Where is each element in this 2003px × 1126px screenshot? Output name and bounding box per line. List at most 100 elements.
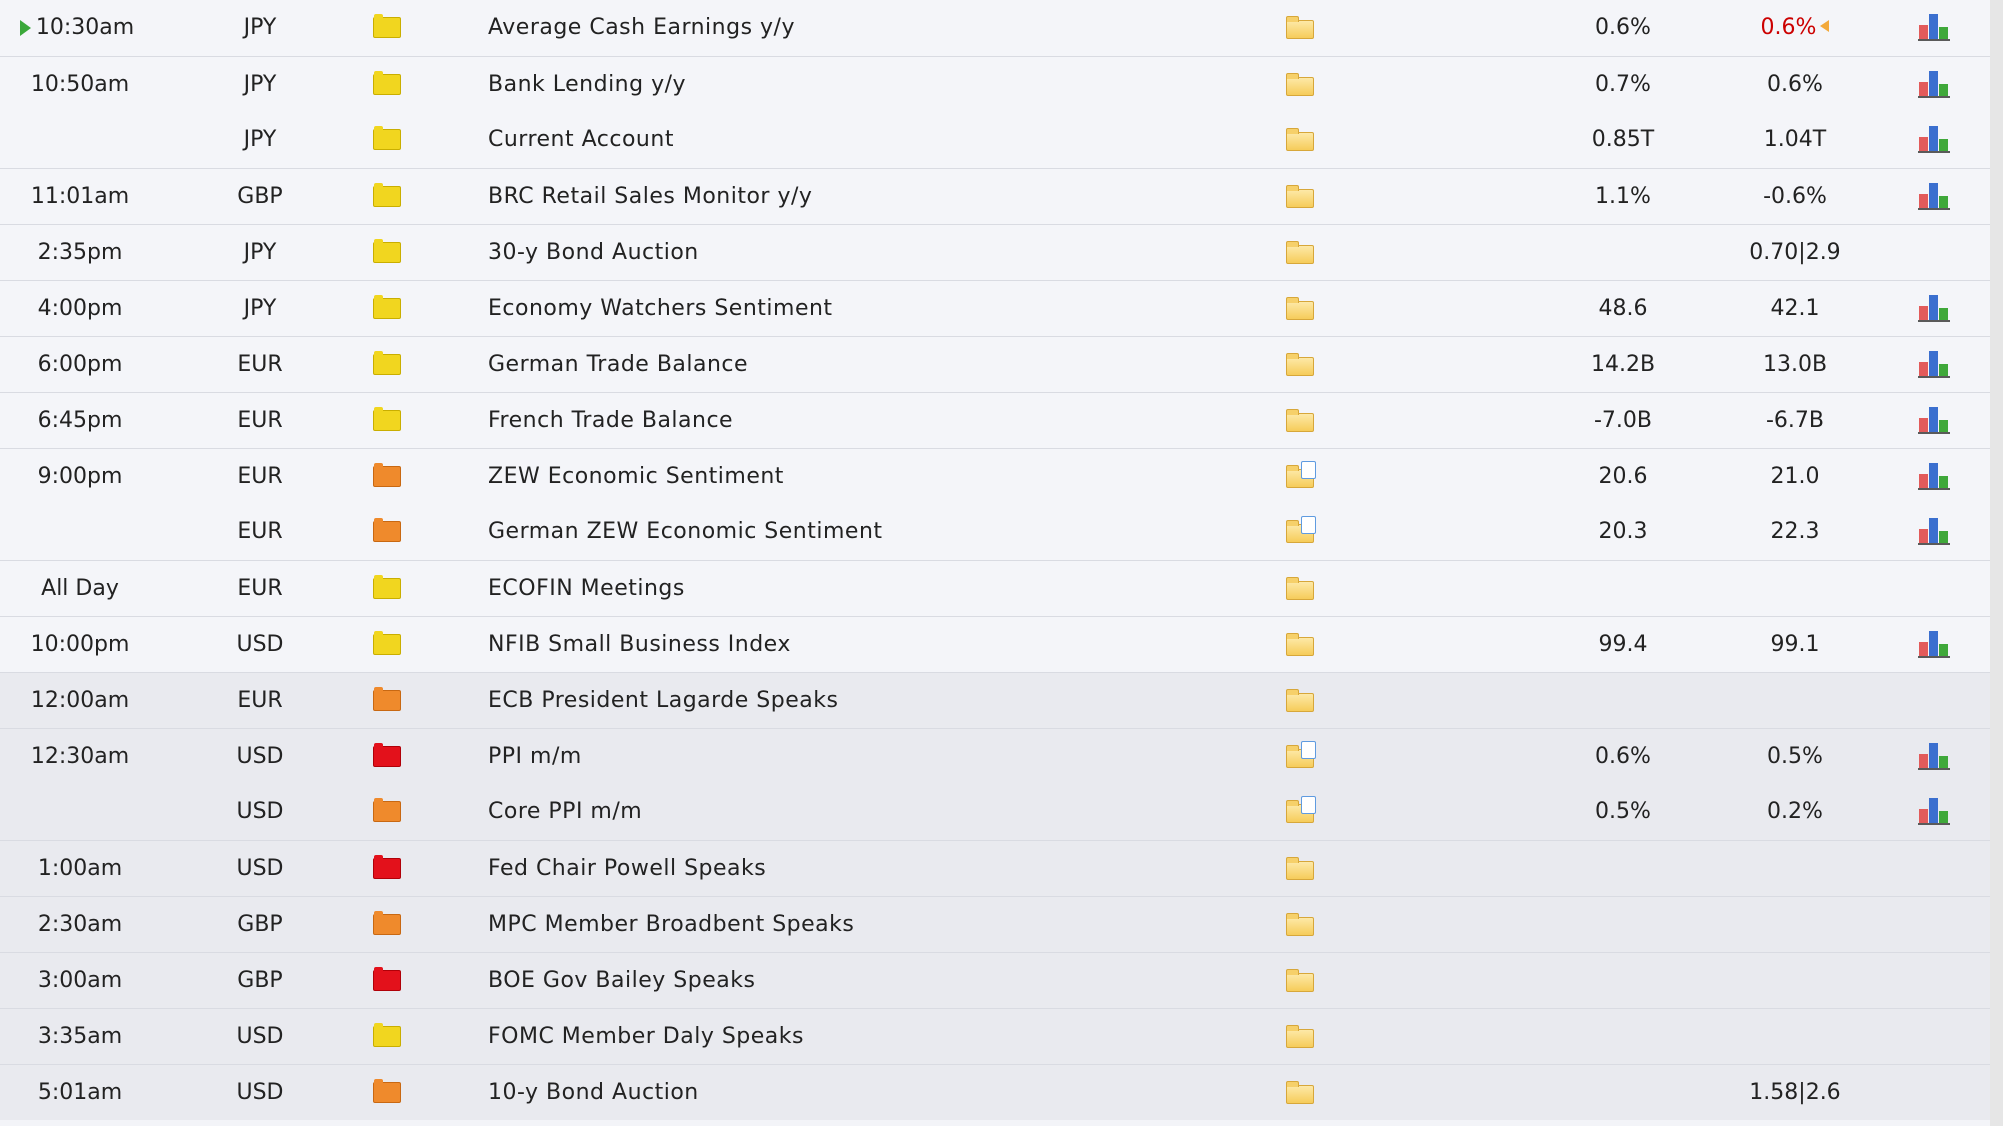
- event-title[interactable]: ECB President Lagarde Speaks: [488, 673, 1268, 728]
- calendar-row[interactable]: 10:30am JPY Average Cash Earnings y/y 0.6% 0…: [0, 0, 1990, 56]
- previous-value: 0.6%: [1720, 57, 1870, 112]
- calendar-row[interactable]: 2:30am GBP MPC Member Broadbent Speaks: [0, 896, 1990, 952]
- history-chart-icon[interactable]: [1918, 784, 1950, 839]
- detail-document-icon[interactable]: [1286, 504, 1316, 559]
- actual-value: 0.85T: [1591, 127, 1655, 152]
- previous-value: 1.58|2.6: [1720, 1065, 1870, 1120]
- event-title[interactable]: BRC Retail Sales Monitor y/y: [488, 169, 1268, 224]
- history-chart-icon[interactable]: [1918, 281, 1950, 336]
- detail-folder-icon[interactable]: [1286, 337, 1316, 392]
- impact-folder-icon: [373, 673, 401, 728]
- history-chart-icon[interactable]: [1918, 337, 1950, 392]
- detail-folder-icon[interactable]: [1286, 169, 1316, 224]
- event-time: [0, 504, 160, 559]
- event-title[interactable]: PPI m/m: [488, 729, 1268, 784]
- economic-calendar: 10:30am JPY Average Cash Earnings y/y 0.6% 0…: [0, 0, 1990, 1120]
- detail-folder-icon[interactable]: [1286, 393, 1316, 448]
- event-currency: EUR: [237, 408, 283, 433]
- impact-folder-icon: [373, 617, 401, 672]
- detail-folder-icon[interactable]: [1286, 281, 1316, 336]
- previous-value-text: 22.3: [1770, 519, 1820, 544]
- history-chart-icon[interactable]: [1918, 0, 1950, 55]
- calendar-row[interactable]: USD Core PPI m/m 0.5% 0.2%: [0, 784, 1990, 840]
- history-chart-icon[interactable]: [1918, 169, 1950, 224]
- detail-folder-icon[interactable]: [1286, 1065, 1316, 1120]
- event-title[interactable]: ZEW Economic Sentiment: [488, 449, 1268, 504]
- scrollbar-track[interactable]: [1990, 0, 2003, 1126]
- detail-folder-icon[interactable]: [1286, 57, 1316, 112]
- event-time-text: 4:00pm: [37, 296, 123, 321]
- history-chart-icon[interactable]: [1918, 504, 1950, 559]
- detail-document-icon[interactable]: [1286, 449, 1316, 504]
- history-chart-icon[interactable]: [1918, 617, 1950, 672]
- calendar-row[interactable]: 11:01am GBP BRC Retail Sales Monitor y/y 1.…: [0, 168, 1990, 224]
- calendar-row[interactable]: 5:01am USD 10-y Bond Auction 1.58|2.6: [0, 1064, 1990, 1120]
- calendar-row[interactable]: EUR German ZEW Economic Sentiment 20.3 22.3: [0, 504, 1990, 560]
- detail-folder-icon[interactable]: [1286, 561, 1316, 616]
- previous-value: 21.0: [1720, 449, 1870, 504]
- detail-folder-icon[interactable]: [1286, 841, 1316, 896]
- calendar-row[interactable]: 12:30am USD PPI m/m 0.6% 0.5%: [0, 728, 1990, 784]
- event-title[interactable]: German ZEW Economic Sentiment: [488, 504, 1268, 559]
- event-title[interactable]: Average Cash Earnings y/y: [488, 0, 1268, 55]
- impact-folder-icon: [373, 281, 401, 336]
- event-time: 3:00am: [0, 953, 160, 1008]
- calendar-row[interactable]: All Day EUR ECOFIN Meetings: [0, 560, 1990, 616]
- detail-folder-icon[interactable]: [1286, 1009, 1316, 1064]
- detail-folder-icon[interactable]: [1286, 225, 1316, 280]
- previous-value-text: 13.0B: [1762, 352, 1828, 377]
- event-currency: GBP: [237, 184, 283, 209]
- calendar-row[interactable]: 9:00pm EUR ZEW Economic Sentiment 20.6 21.0: [0, 448, 1990, 504]
- event-title[interactable]: MPC Member Broadbent Speaks: [488, 897, 1268, 952]
- history-chart-icon[interactable]: [1918, 449, 1950, 504]
- calendar-row[interactable]: 10:50am JPY Bank Lending y/y 0.7% 0.6%: [0, 56, 1990, 112]
- history-chart-icon[interactable]: [1918, 729, 1950, 784]
- event-time: 2:30am: [0, 897, 160, 952]
- calendar-row[interactable]: 1:00am USD Fed Chair Powell Speaks: [0, 840, 1990, 896]
- detail-document-icon[interactable]: [1286, 784, 1316, 839]
- history-chart-icon[interactable]: [1918, 393, 1950, 448]
- detail-folder-icon[interactable]: [1286, 0, 1316, 55]
- calendar-row[interactable]: 2:35pm JPY 30-y Bond Auction 0.70|2.9: [0, 224, 1990, 280]
- calendar-row[interactable]: 6:45pm EUR French Trade Balance -7.0B -6.7B: [0, 392, 1990, 448]
- detail-folder-icon[interactable]: [1286, 953, 1316, 1008]
- calendar-row[interactable]: 12:00am EUR ECB President Lagarde Speaks: [0, 672, 1990, 728]
- event-title[interactable]: FOMC Member Daly Speaks: [488, 1009, 1268, 1064]
- event-title[interactable]: French Trade Balance: [488, 393, 1268, 448]
- event-title[interactable]: 30-y Bond Auction: [488, 225, 1268, 280]
- event-title[interactable]: German Trade Balance: [488, 337, 1268, 392]
- detail-folder-icon[interactable]: [1286, 673, 1316, 728]
- event-title[interactable]: Economy Watchers Sentiment: [488, 281, 1268, 336]
- event-currency: EUR: [237, 464, 283, 489]
- previous-value: 22.3: [1720, 504, 1870, 559]
- previous-value-text: -0.6%: [1763, 184, 1827, 209]
- event-title[interactable]: Core PPI m/m: [488, 784, 1268, 839]
- calendar-row[interactable]: 10:00pm USD NFIB Small Business Index 99.4 9…: [0, 616, 1990, 672]
- calendar-row[interactable]: 3:35am USD FOMC Member Daly Speaks: [0, 1008, 1990, 1064]
- history-chart-icon[interactable]: [1918, 112, 1950, 167]
- previous-value: 13.0B: [1720, 337, 1870, 392]
- previous-value: -6.7B: [1720, 393, 1870, 448]
- calendar-row[interactable]: 6:00pm EUR German Trade Balance 14.2B 13.0B: [0, 336, 1990, 392]
- previous-value: [1720, 953, 1870, 1008]
- calendar-row[interactable]: 3:00am GBP BOE Gov Bailey Speaks: [0, 952, 1990, 1008]
- event-title[interactable]: ECOFIN Meetings: [488, 561, 1268, 616]
- event-time: 12:00am: [0, 673, 160, 728]
- event-title[interactable]: BOE Gov Bailey Speaks: [488, 953, 1268, 1008]
- previous-value-text: 99.1: [1770, 632, 1820, 657]
- impact-folder-icon: [373, 784, 401, 839]
- event-title[interactable]: Bank Lending y/y: [488, 57, 1268, 112]
- event-title[interactable]: NFIB Small Business Index: [488, 617, 1268, 672]
- calendar-row[interactable]: JPY Current Account 0.85T 1.04T: [0, 112, 1990, 168]
- event-title[interactable]: Current Account: [488, 112, 1268, 167]
- previous-value-text: 0.6%: [1767, 72, 1823, 97]
- event-title[interactable]: Fed Chair Powell Speaks: [488, 841, 1268, 896]
- detail-folder-icon[interactable]: [1286, 897, 1316, 952]
- calendar-row[interactable]: 4:00pm JPY Economy Watchers Sentiment 48.6 4…: [0, 280, 1990, 336]
- previous-value-text: 21.0: [1770, 464, 1820, 489]
- event-title[interactable]: 10-y Bond Auction: [488, 1065, 1268, 1120]
- history-chart-icon[interactable]: [1918, 57, 1950, 112]
- detail-folder-icon[interactable]: [1286, 112, 1316, 167]
- detail-document-icon[interactable]: [1286, 729, 1316, 784]
- detail-folder-icon[interactable]: [1286, 617, 1316, 672]
